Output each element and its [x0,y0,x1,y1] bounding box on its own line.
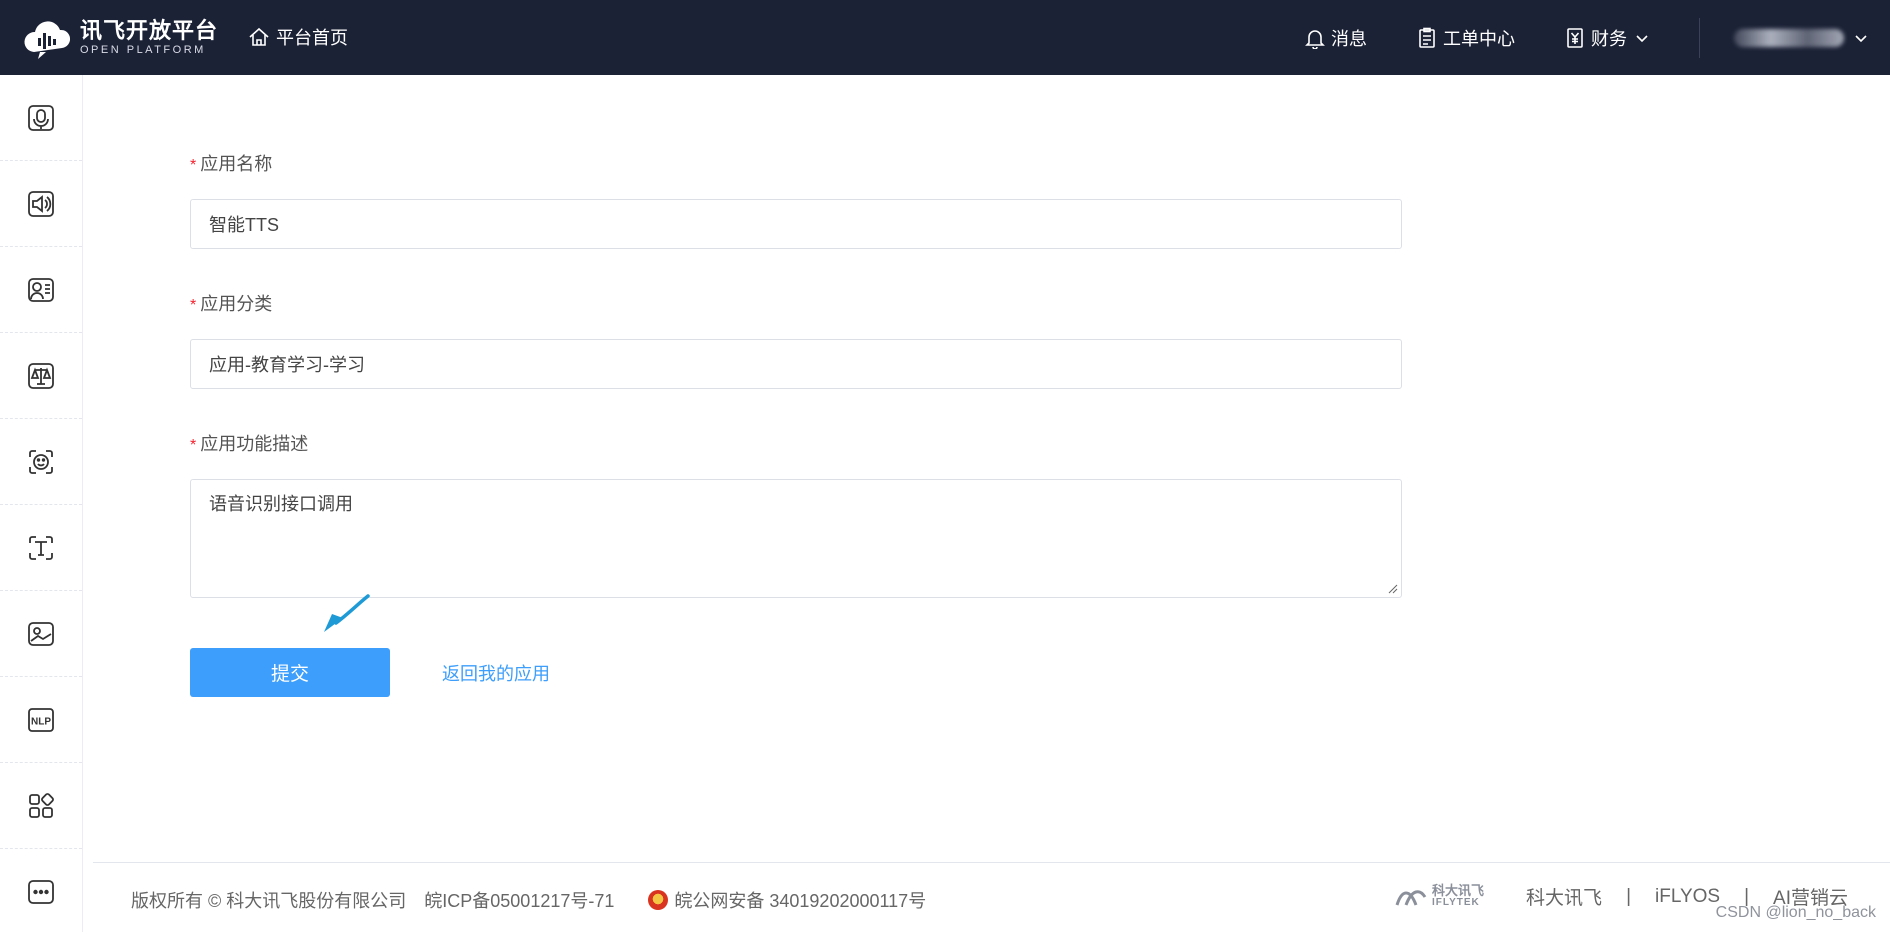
left-sidebar: NLP [0,75,83,932]
police-badge-icon [648,890,669,910]
app-desc-label: * 应用功能描述 [190,430,308,456]
balance-scale-icon [28,362,54,389]
cloud-logo-icon [24,16,72,60]
clipboard-icon [1419,27,1435,48]
pointer-arrow-icon [324,594,370,632]
required-mark: * [190,157,197,174]
sidebar-item-voice-dialog[interactable] [0,247,82,333]
sidebar-item-image[interactable] [0,591,82,677]
face-icon [29,449,53,474]
sidebar-item-speech-synthesis[interactable] [0,161,82,247]
app-desc-textarea[interactable]: 语音识别接口调用 [190,479,1402,598]
app-desc-value: 语音识别接口调用 [209,494,353,514]
sidebar-item-speech-recognition[interactable] [0,75,82,161]
sidebar-item-nlp[interactable]: NLP [0,677,82,763]
iflytek-logo-cn: 科大讯飞 [1432,882,1485,898]
footer-separator: | [1626,885,1631,907]
footer-link-iflytek[interactable]: 科大讯飞 [1526,883,1602,910]
footer-link-iflyos[interactable]: iFLYOS [1655,886,1720,908]
apps-grid-icon [29,792,54,818]
image-icon [28,621,54,646]
more-icon [28,880,54,904]
speaker-icon [28,190,54,217]
iflytek-logo-en: IFLYTEK [1432,896,1480,908]
page-footer: 版权所有 © 科大讯飞股份有限公司 皖ICP备05001217号-71 皖公网安… [93,862,1890,932]
finance-menu[interactable]: 财务 [1565,25,1649,51]
submit-button[interactable]: 提交 [190,648,390,697]
required-mark: * [190,437,197,454]
back-to-my-apps-link[interactable]: 返回我的应用 [442,660,550,686]
sidebar-item-evaluation[interactable] [0,333,82,419]
nav-home-link[interactable]: 平台首页 [248,24,348,50]
app-name-label-text: 应用名称 [200,154,273,174]
user-menu[interactable] [1734,28,1868,47]
iflytek-logo[interactable]: 科大讯飞 IFLYTEK [1394,882,1485,909]
icp-link[interactable]: 皖ICP备05001217号-71 [424,887,614,913]
nlp-icon: NLP [28,707,54,732]
app-category-label-text: 应用分类 [200,294,273,314]
app-desc-label-text: 应用功能描述 [200,434,309,454]
tickets-link[interactable]: 工单中心 [1417,25,1515,51]
chevron-down-icon [1636,34,1648,42]
bell-icon [1305,29,1325,49]
sidebar-item-face[interactable] [0,419,82,505]
chevron-down-icon [1855,34,1867,42]
police-record-link[interactable]: 皖公网安备 34019202000117号 [674,887,926,913]
text-t-icon [29,535,53,560]
app-category-value: 应用-教育学习-学习 [209,355,365,375]
app-name-value: 智能TTS [209,215,279,235]
required-mark: * [190,297,197,314]
mic-icon [28,104,54,131]
logo-subtitle: OPEN PLATFORM [80,44,206,56]
app-category-select[interactable]: 应用-教育学习-学习 [190,339,1402,389]
resize-grip-icon[interactable] [1388,584,1398,594]
platform-logo[interactable]: 讯飞开放平台 OPEN PLATFORM [24,16,218,60]
header-divider [1699,17,1700,58]
top-header: 讯飞开放平台 OPEN PLATFORM 平台首页 消息 工单中心 财务 [0,0,1890,75]
sidebar-item-more[interactable] [0,849,82,935]
svg-text:NLP: NLP [31,716,51,727]
messages-label: 消息 [1331,28,1367,49]
messages-link[interactable]: 消息 [1305,25,1367,51]
app-name-label: * 应用名称 [190,150,272,176]
sidebar-item-apps[interactable] [0,763,82,849]
logo-title: 讯飞开放平台 [80,18,219,43]
finance-label: 财务 [1591,28,1627,49]
home-icon [249,27,269,46]
user-name-blurred [1734,28,1844,47]
tickets-label: 工单中心 [1443,28,1515,49]
app-name-input[interactable]: 智能TTS [190,199,1402,249]
sidebar-item-text-recognition[interactable] [0,505,82,591]
yen-icon [1567,27,1583,48]
iflytek-x-icon [1395,889,1427,906]
app-category-label: * 应用分类 [190,290,272,316]
nav-home-label: 平台首页 [276,28,348,48]
watermark-text: CSDN @lion_no_back [1715,904,1876,921]
speech-chat-icon [28,277,54,302]
copyright-text: 版权所有 © 科大讯飞股份有限公司 [131,891,407,911]
